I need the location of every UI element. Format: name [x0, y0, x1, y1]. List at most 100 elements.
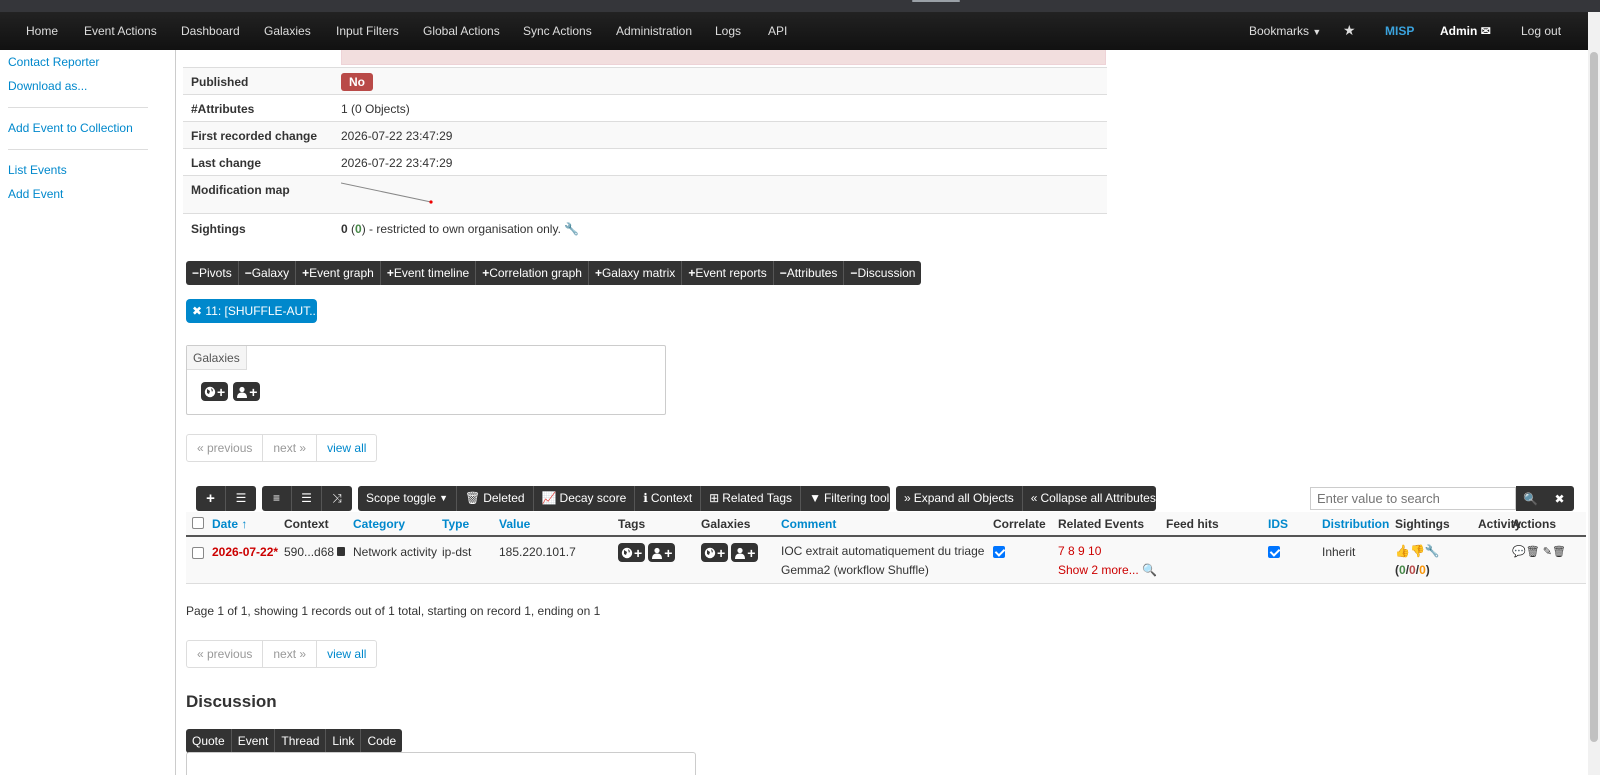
shuffle-icon[interactable]: ⤨: [322, 486, 352, 511]
deleted-toggle-button[interactable]: 🗑 Deleted: [457, 486, 534, 511]
filtering-tool-button[interactable]: ▼ Filtering tool: [801, 486, 890, 511]
toggle-sign: −: [244, 266, 252, 280]
scrollbar-thumb[interactable]: [1590, 52, 1598, 742]
pager-view-all[interactable]: view all: [317, 641, 376, 667]
collapse-all-attributes-button[interactable]: «Collapse all Attributes: [1023, 486, 1156, 511]
list-icon[interactable]: ☰: [226, 486, 256, 511]
nav-logs[interactable]: Logs: [715, 24, 741, 38]
sidebar-add-event[interactable]: Add Event: [8, 187, 63, 201]
add-global-galaxy-button[interactable]: +: [201, 382, 229, 401]
nav-sync-actions[interactable]: Sync Actions: [523, 24, 592, 38]
section-toggle-bar: −Pivots −Galaxy +Event graph +Event time…: [186, 261, 922, 285]
search-icon[interactable]: 🔍: [1142, 563, 1157, 577]
pager-view-all[interactable]: view all: [317, 435, 376, 461]
pager-previous[interactable]: « previous: [187, 435, 264, 461]
related-tags-label: Related Tags: [722, 491, 793, 505]
toggle-galaxy[interactable]: −Galaxy: [239, 261, 297, 285]
col-comment[interactable]: Comment: [781, 517, 836, 531]
quote-button[interactable]: Quote: [186, 729, 232, 753]
sidebar-list-events[interactable]: List Events: [8, 163, 67, 177]
toggle-label: Event reports: [695, 266, 767, 280]
sidebar-divider: [8, 107, 148, 108]
scope-toggle-button[interactable]: Scope toggle ▼: [358, 486, 457, 511]
row-context-uuid: 590...d68: [284, 545, 335, 559]
col-date[interactable]: Date ↑: [212, 517, 247, 531]
related-event-links[interactable]: 7 8 9 10: [1058, 544, 1101, 558]
select-all-checkbox[interactable]: [192, 517, 204, 532]
nav-home[interactable]: Home: [26, 24, 58, 38]
decay-score-button[interactable]: 📈 Decay score: [534, 486, 636, 511]
col-type[interactable]: Type: [442, 517, 469, 531]
thread-button[interactable]: Thread: [275, 729, 327, 753]
code-button[interactable]: Code: [361, 729, 402, 753]
col-distribution[interactable]: Distribution: [1322, 517, 1389, 531]
thumbs-up-icon[interactable]: 👍: [1395, 544, 1410, 558]
delete-icon[interactable]: 🗑: [1552, 546, 1566, 558]
nav-input-filters[interactable]: Input Filters: [336, 24, 399, 38]
attribute-search-input[interactable]: [1310, 487, 1516, 510]
align-left-icon[interactable]: ☰: [292, 486, 322, 511]
context-button[interactable]: ℹ Context: [635, 486, 702, 511]
add-local-galaxy-button[interactable]: +: [233, 382, 261, 401]
list-view-icon[interactable]: ≡: [262, 486, 292, 511]
related-tags-button[interactable]: ⊞ Related Tags: [701, 486, 802, 511]
toggle-event-graph[interactable]: +Event graph: [296, 261, 381, 285]
wrench-icon[interactable]: 🔧: [564, 222, 579, 236]
wrench-icon[interactable]: 🔧: [1425, 544, 1440, 558]
search-icon[interactable]: 🔍: [1516, 486, 1545, 511]
nav-logout[interactable]: Log out: [1521, 24, 1561, 38]
toggle-correlation-graph[interactable]: +Correlation graph: [476, 261, 589, 285]
edit-icon[interactable]: ✎: [1543, 546, 1552, 558]
nav-dashboard[interactable]: Dashboard: [181, 24, 240, 38]
col-ids[interactable]: IDS: [1268, 517, 1288, 531]
trash-icon[interactable]: 🗑: [1526, 546, 1540, 558]
star-icon[interactable]: ★: [1343, 22, 1356, 39]
discussion-textarea[interactable]: [186, 752, 696, 775]
add-global-galaxy-button[interactable]: +: [701, 543, 729, 562]
row-correlate-checkbox[interactable]: [993, 546, 1005, 561]
toggle-event-timeline[interactable]: +Event timeline: [381, 261, 477, 285]
event-button[interactable]: Event: [232, 729, 276, 753]
page-scrollbar[interactable]: [1588, 12, 1600, 775]
remove-tag-icon[interactable]: ✖: [192, 304, 202, 318]
col-category[interactable]: Category: [353, 517, 405, 531]
row-value[interactable]: 185.220.101.7: [499, 545, 576, 559]
nav-administration[interactable]: Administration: [616, 24, 692, 38]
sidebar-contact-reporter[interactable]: Contact Reporter: [8, 55, 99, 69]
meta-value: 2026-07-22 23:47:29: [341, 156, 453, 170]
published-value: No: [341, 73, 373, 91]
clear-search-icon[interactable]: ✖: [1545, 486, 1574, 511]
row-ids-checkbox[interactable]: [1268, 546, 1280, 561]
add-attribute-button[interactable]: +: [196, 486, 226, 511]
toggle-discussion[interactable]: −Discussion: [844, 261, 921, 285]
thumbs-down-icon[interactable]: 👎: [1410, 544, 1425, 558]
nav-bookmarks[interactable]: Bookmarks ▼: [1249, 24, 1321, 38]
show-more-link[interactable]: Show 2 more...: [1058, 563, 1139, 577]
copy-icon[interactable]: [337, 547, 346, 556]
expand-all-objects-button[interactable]: » Expand all Objects: [896, 486, 1023, 511]
add-local-tag-button[interactable]: +: [648, 543, 676, 562]
toggle-event-reports[interactable]: +Event reports: [682, 261, 774, 285]
event-tag-chip[interactable]: ✖ 11: [SHUFFLE-AUT...: [186, 299, 319, 323]
add-global-tag-button[interactable]: +: [618, 543, 646, 562]
nav-brand-misp[interactable]: MISP: [1385, 24, 1414, 38]
pager-next[interactable]: next »: [263, 641, 318, 667]
toggle-attributes[interactable]: −Attributes: [774, 261, 845, 285]
nav-api[interactable]: API: [768, 24, 787, 38]
pager-previous[interactable]: « previous: [187, 641, 264, 667]
sidebar-add-to-collection[interactable]: Add Event to Collection: [8, 121, 133, 135]
comment-icon[interactable]: 💬: [1512, 546, 1526, 558]
nav-global-actions[interactable]: Global Actions: [423, 24, 500, 38]
row-select-checkbox[interactable]: [192, 547, 204, 562]
nav-galaxies[interactable]: Galaxies: [264, 24, 311, 38]
sightings-note: ) - restricted to own organisation only.: [361, 222, 561, 236]
toggle-galaxy-matrix[interactable]: +Galaxy matrix: [589, 261, 683, 285]
add-local-galaxy-button[interactable]: +: [731, 543, 759, 562]
nav-admin[interactable]: Admin ✉: [1440, 24, 1491, 38]
link-button[interactable]: Link: [326, 729, 362, 753]
toggle-pivots[interactable]: −Pivots: [186, 261, 239, 285]
col-value[interactable]: Value: [499, 517, 530, 531]
pager-next[interactable]: next »: [263, 435, 318, 461]
nav-event-actions[interactable]: Event Actions: [84, 24, 157, 38]
sidebar-download-as[interactable]: Download as...: [8, 79, 87, 93]
